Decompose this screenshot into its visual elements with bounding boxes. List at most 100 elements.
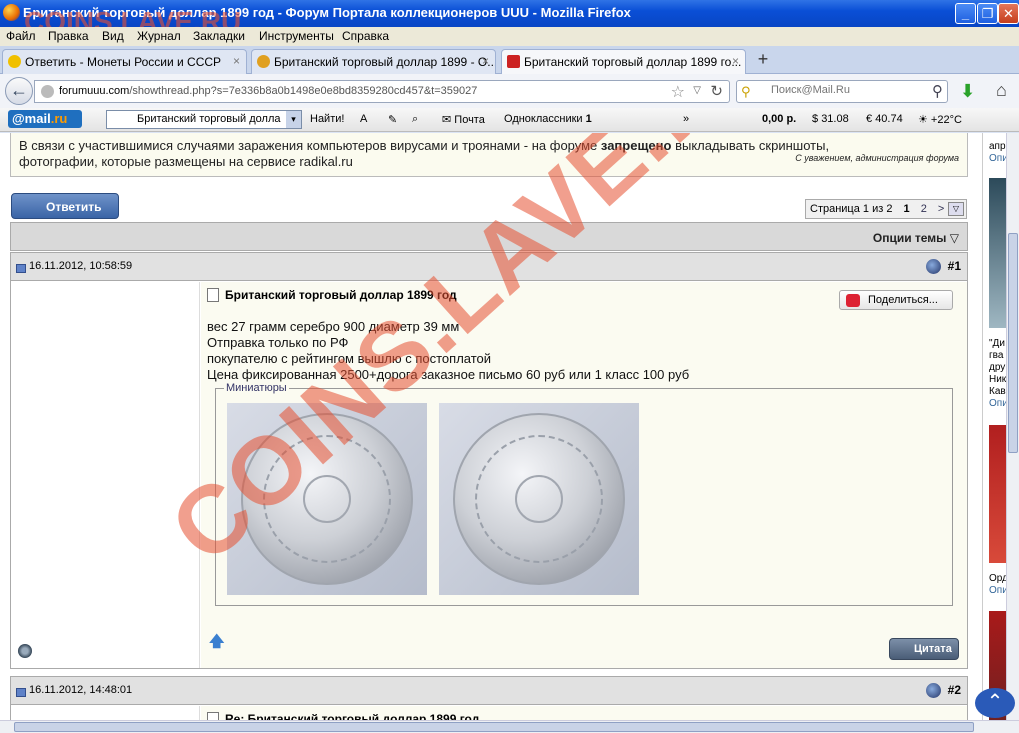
notice-bold: запрещено (600, 138, 672, 153)
scrollbar-thumb[interactable] (14, 722, 974, 732)
thumbnails-label: Миниатюры (224, 382, 289, 394)
tab-label: Британский торговый доллар 1899 го... (524, 55, 742, 69)
message-line: Отправка только по РФ (207, 335, 349, 350)
menu-view[interactable]: Вид (102, 29, 124, 43)
search-icon[interactable]: ⚲ (932, 82, 943, 100)
back-button[interactable]: ← (5, 77, 33, 105)
ad-text: Ник (989, 374, 1007, 385)
search-input[interactable] (771, 84, 921, 96)
search-engine-icon[interactable]: ⚲ (741, 84, 751, 100)
firefox-icon (3, 4, 20, 21)
thread-options-bar: Опции темы ▽ (10, 222, 968, 251)
mail-label: Почта (454, 114, 485, 126)
ip-globe-icon[interactable] (926, 683, 941, 698)
ad-text: гва (989, 350, 1004, 361)
post-body: Re: Британский торговый доллар 1899 год (201, 706, 967, 720)
menu-history[interactable]: Журнал (137, 29, 181, 43)
tab-thread-other[interactable]: Британский торговый доллар 1899 - О... × (251, 49, 496, 74)
search-box[interactable]: ⚲ ⚲ (736, 80, 948, 103)
notice-signature: С уважением, администрация форума (795, 153, 959, 163)
reload-icon[interactable]: ↻ (710, 82, 723, 100)
thumbnails-box: Миниатюры (215, 382, 953, 606)
menu-help[interactable]: Справка (342, 29, 389, 43)
menu-bookmarks[interactable]: Закладки (193, 29, 245, 43)
odnoklassniki-link[interactable]: Одноклассники 1 (504, 113, 592, 125)
find-button[interactable]: Найти! (310, 113, 344, 125)
scroll-top-arrow-icon[interactable]: 🡅 (209, 631, 224, 656)
post-1: 16.11.2012, 10:58:59 #1 Британский торго… (10, 252, 968, 669)
home-icon[interactable]: ⌂ (996, 80, 1007, 101)
close-button[interactable]: ✕ (998, 3, 1019, 24)
post-number[interactable]: #2 (948, 683, 961, 697)
url-bar[interactable]: forumuuu.com/showthread.php?s=7e336b8a0b… (34, 80, 730, 103)
coin-reverse (453, 413, 625, 585)
post-number[interactable]: #1 (948, 259, 961, 273)
coin-obverse-thumbnail[interactable] (227, 403, 427, 595)
mail-ru-logo[interactable]: @mail.ru (8, 110, 82, 128)
ip-globe-icon[interactable] (926, 259, 941, 274)
zoom-icon[interactable]: ⌕ (412, 113, 418, 126)
window-titlebar: Британский торговый доллар 1899 год - Фо… (0, 0, 1019, 27)
notice-text: выкладывать скриншоты, (671, 138, 830, 153)
usd-rate[interactable]: $ 31.08 (812, 113, 849, 125)
site-icon (507, 55, 520, 68)
horizontal-scrollbar[interactable] (0, 720, 1019, 733)
ok-label: Одноклассники (504, 113, 583, 125)
ad-link[interactable]: Опи (989, 398, 1008, 410)
post-header: 16.11.2012, 14:48:01 #2 (11, 677, 967, 705)
logo-suffix: .ru (50, 111, 68, 126)
tab-thread-active[interactable]: Британский торговый доллар 1899 го... × (501, 49, 746, 75)
pager-label: Страница 1 из 2 (810, 203, 893, 215)
vertical-scrollbar[interactable] (1006, 133, 1019, 720)
tab-close-icon[interactable]: × (482, 54, 489, 68)
mail-link[interactable]: ✉ Почта (442, 113, 485, 126)
pager-dropdown-icon[interactable]: ▽ (948, 202, 964, 216)
notice-text: В связи с участившимися случаями заражен… (19, 138, 601, 153)
pager-next[interactable]: > (938, 203, 944, 215)
menu-tools[interactable]: Инструменты (259, 29, 334, 43)
download-icon[interactable]: ⬇ (960, 81, 975, 102)
quote-button[interactable]: Цитата (889, 638, 959, 660)
coin-reverse-thumbnail[interactable] (439, 403, 639, 595)
more-chevron-icon[interactable]: » (683, 113, 689, 125)
url-dropdown-icon[interactable]: ▽ (693, 85, 701, 96)
highlight-icon[interactable]: ✎ (388, 113, 397, 126)
share-button[interactable]: Поделиться... (839, 290, 953, 310)
post-title-text: Британский торговый доллар 1899 год (225, 288, 457, 302)
menu-edit[interactable]: Правка (48, 29, 89, 43)
weather[interactable]: ☀ +22°C (918, 113, 962, 126)
chevron-down-icon[interactable]: ▾ (286, 111, 301, 128)
usd-value: 31.08 (821, 113, 849, 125)
post-date: 16.11.2012, 10:58:59 (29, 260, 133, 272)
thread-options-button[interactable]: Опции темы ▽ (873, 231, 959, 245)
post-title: Re: Британский торговый доллар 1899 год (207, 712, 479, 720)
maximize-button[interactable]: ❐ (977, 3, 998, 24)
tab-reply[interactable]: Ответить - Монеты России и СССР × (2, 49, 247, 74)
money-balance[interactable]: 0,00 р. (762, 113, 796, 125)
mail-search-select[interactable]: Британский торговый долла ▾ (106, 110, 302, 129)
share-label: Поделиться... (868, 294, 938, 306)
ad-text: Кав (989, 386, 1006, 397)
navigation-bar: ← forumuuu.com/showthread.php?s=7e336b8a… (0, 74, 1019, 108)
reply-button[interactable]: Ответить (11, 193, 119, 219)
bookmark-star-icon[interactable]: ☆ (671, 82, 685, 102)
scrollbar-thumb[interactable] (1008, 233, 1018, 453)
menu-file[interactable]: Файл (6, 29, 36, 43)
tab-close-icon[interactable]: × (732, 54, 739, 68)
window-title: Британский торговый доллар 1899 год - Фо… (23, 5, 631, 20)
forum-notice: В связи с участившимися случаями заражен… (10, 133, 968, 177)
scroll-up-button[interactable]: ⌃ (975, 688, 1015, 718)
tab-close-icon[interactable]: × (233, 54, 240, 68)
url-text[interactable]: forumuuu.com/showthread.php?s=7e336b8a0b… (59, 85, 477, 97)
eur-rate[interactable]: € 40.74 (866, 113, 903, 125)
url-domain: forumuuu.com (59, 85, 130, 97)
coin-obverse (241, 413, 413, 585)
minimize-button[interactable]: _ (955, 3, 976, 24)
tab-label: Ответить - Монеты России и СССР (25, 55, 222, 69)
pager-page-2[interactable]: 2 (921, 203, 927, 215)
new-tab-button[interactable]: + (751, 48, 775, 72)
ad-link[interactable]: Опи (989, 153, 1008, 165)
font-size-icon[interactable]: A (360, 113, 367, 125)
ad-link[interactable]: Опи (989, 585, 1008, 597)
post-title: Британский торговый доллар 1899 год (207, 288, 457, 302)
